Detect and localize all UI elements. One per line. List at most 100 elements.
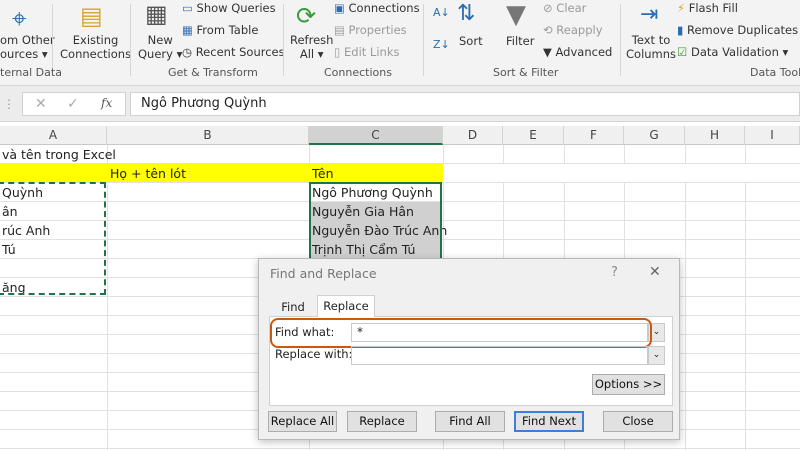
flash-fill-button[interactable]: ⚡ Flash Fill [677, 1, 738, 15]
column-headers: A B C D E F G H I [0, 126, 800, 145]
column-header-b[interactable]: B [107, 126, 309, 145]
close-button[interactable]: Close [603, 411, 673, 432]
replace-all-button[interactable]: Replace All [268, 411, 337, 432]
label: Advanced [555, 45, 613, 59]
recent-sources-button[interactable]: ◷ Recent Sources [182, 45, 285, 59]
label: Refresh [290, 33, 334, 47]
from-other-sources-button[interactable]: om Other ources ▾ [0, 33, 55, 61]
label: Reapply [556, 23, 603, 37]
options-button[interactable]: Options >> [592, 374, 665, 395]
help-button[interactable]: ? [611, 265, 618, 280]
group-label: ternal Data [0, 66, 62, 79]
cancel-icon[interactable]: ✕ [35, 96, 47, 112]
find-replace-dialog: Find and Replace ? ✕ Find Replace Find w… [258, 258, 680, 440]
replace-button[interactable]: Replace [347, 411, 417, 432]
label: Connections [348, 1, 420, 15]
formula-buttons: ✕ ✓ fx [22, 92, 126, 116]
label: Remove Duplicates [687, 23, 799, 37]
new-query-button[interactable]: New Query ▾ [138, 33, 182, 61]
label: Query ▾ [138, 47, 183, 61]
find-next-button[interactable]: Find Next [514, 411, 584, 432]
enter-icon[interactable]: ✓ [67, 96, 79, 112]
label: ources ▾ [0, 47, 48, 61]
close-icon[interactable]: ✕ [649, 264, 661, 280]
reapply-button[interactable]: ⟲ Reapply [543, 23, 603, 37]
column-header-c[interactable]: C [309, 126, 443, 145]
cell-b2[interactable]: Họ + tên lót [108, 164, 186, 183]
label: Properties [348, 23, 407, 37]
tab-find[interactable]: Find [269, 297, 317, 317]
label: Replace [323, 299, 369, 313]
remove-duplicates-icon: ▮ [677, 23, 684, 37]
existing-connections-icon: ▤ [80, 2, 103, 30]
column-header-d[interactable]: D [443, 126, 503, 145]
text-to-columns-icon: ⇥ [640, 2, 659, 27]
dialog-title: Find and Replace [270, 266, 377, 281]
from-table-button[interactable]: ▦ From Table [182, 23, 258, 37]
data-validation-button[interactable]: ☑ Data Validation ▾ [677, 45, 788, 59]
table-icon: ▦ [182, 23, 193, 37]
replace-with-dropdown-icon[interactable]: ⌄ [648, 346, 665, 365]
column-header-f[interactable]: F [564, 126, 624, 145]
tab-panel: Find what: * ⌄ Replace with: ⌄ Options >… [269, 316, 673, 406]
cell-c2[interactable]: Tên [310, 164, 334, 183]
filter-icon: ▼ [506, 0, 526, 30]
sort-ascending-icon[interactable]: A↓ [433, 6, 450, 20]
edit-links-button[interactable]: ▯ Edit Links [334, 45, 399, 59]
remove-duplicates-button[interactable]: ▮ Remove Duplicates [677, 23, 798, 37]
label: Connections [60, 47, 132, 61]
column-header-e[interactable]: E [503, 126, 564, 145]
filter-button[interactable]: Filter [506, 34, 534, 48]
group-label: Get & Transform [168, 66, 258, 79]
column-header-g[interactable]: G [624, 126, 685, 145]
label: Recent Sources [195, 45, 285, 59]
refresh-icon: ⟳ [296, 2, 317, 30]
connections-button[interactable]: ▣ Connections [334, 1, 420, 15]
properties-button[interactable]: ▤ Properties [334, 23, 407, 37]
connections-icon: ▣ [334, 1, 345, 15]
advanced-button[interactable]: ▼ Advanced [543, 45, 612, 59]
grip-icon: ⋮ [3, 97, 15, 111]
label: Existing [72, 33, 119, 47]
label: Columns [626, 47, 677, 61]
label: Data Validation [690, 45, 779, 59]
show-queries-button[interactable]: ▭ Show Queries [182, 1, 276, 15]
highlight-annotation [270, 318, 652, 348]
group-label: Sort & Filter [493, 66, 559, 79]
column-header-i[interactable]: I [745, 126, 800, 145]
label: New [147, 33, 173, 47]
cell-a1[interactable]: và tên trong Excel [0, 145, 116, 164]
sort-descending-icon[interactable]: Z↓ [433, 38, 450, 52]
advanced-filter-icon: ▼ [543, 45, 552, 59]
label: Text to [631, 33, 671, 47]
column-header-a[interactable]: A [0, 126, 107, 145]
clear-button[interactable]: ⊘ Clear [543, 1, 586, 15]
label: All ▾ [299, 47, 324, 61]
sort-icon: ⇅ [457, 1, 476, 26]
ribbon: ⌖ om Other ources ▾ ▤ Existing Connections… [0, 0, 800, 86]
show-queries-icon: ▭ [182, 1, 193, 15]
copy-marquee [0, 182, 106, 295]
text-to-columns-button[interactable]: Text to Columns [626, 33, 676, 61]
from-other-sources-icon: ⌖ [12, 4, 27, 34]
label: Edit Links [344, 45, 400, 59]
refresh-all-button[interactable]: Refresh All ▾ [290, 33, 333, 61]
existing-connections-button[interactable]: Existing Connections [60, 33, 131, 61]
formula-bar: ⋮ ✕ ✓ fx Ngô Phương Quỳnh [0, 86, 800, 122]
new-query-icon: ▦ [145, 0, 168, 28]
label: Find [281, 300, 305, 314]
flash-fill-icon: ⚡ [677, 1, 686, 15]
reapply-icon: ⟲ [543, 23, 553, 37]
column-header-h[interactable]: H [685, 126, 745, 145]
replace-with-label: Replace with: [275, 347, 353, 361]
tab-replace[interactable]: Replace [317, 295, 375, 317]
edit-links-icon: ▯ [334, 45, 341, 59]
insert-function-icon[interactable]: fx [101, 96, 112, 110]
label: Show Queries [196, 1, 276, 15]
label: Flash Fill [688, 1, 738, 15]
group-label: Data Tools [750, 66, 800, 79]
find-all-button[interactable]: Find All [435, 411, 505, 432]
sort-button[interactable]: Sort [459, 34, 483, 48]
replace-with-input[interactable] [351, 346, 648, 365]
formula-input[interactable]: Ngô Phương Quỳnh [130, 92, 800, 116]
